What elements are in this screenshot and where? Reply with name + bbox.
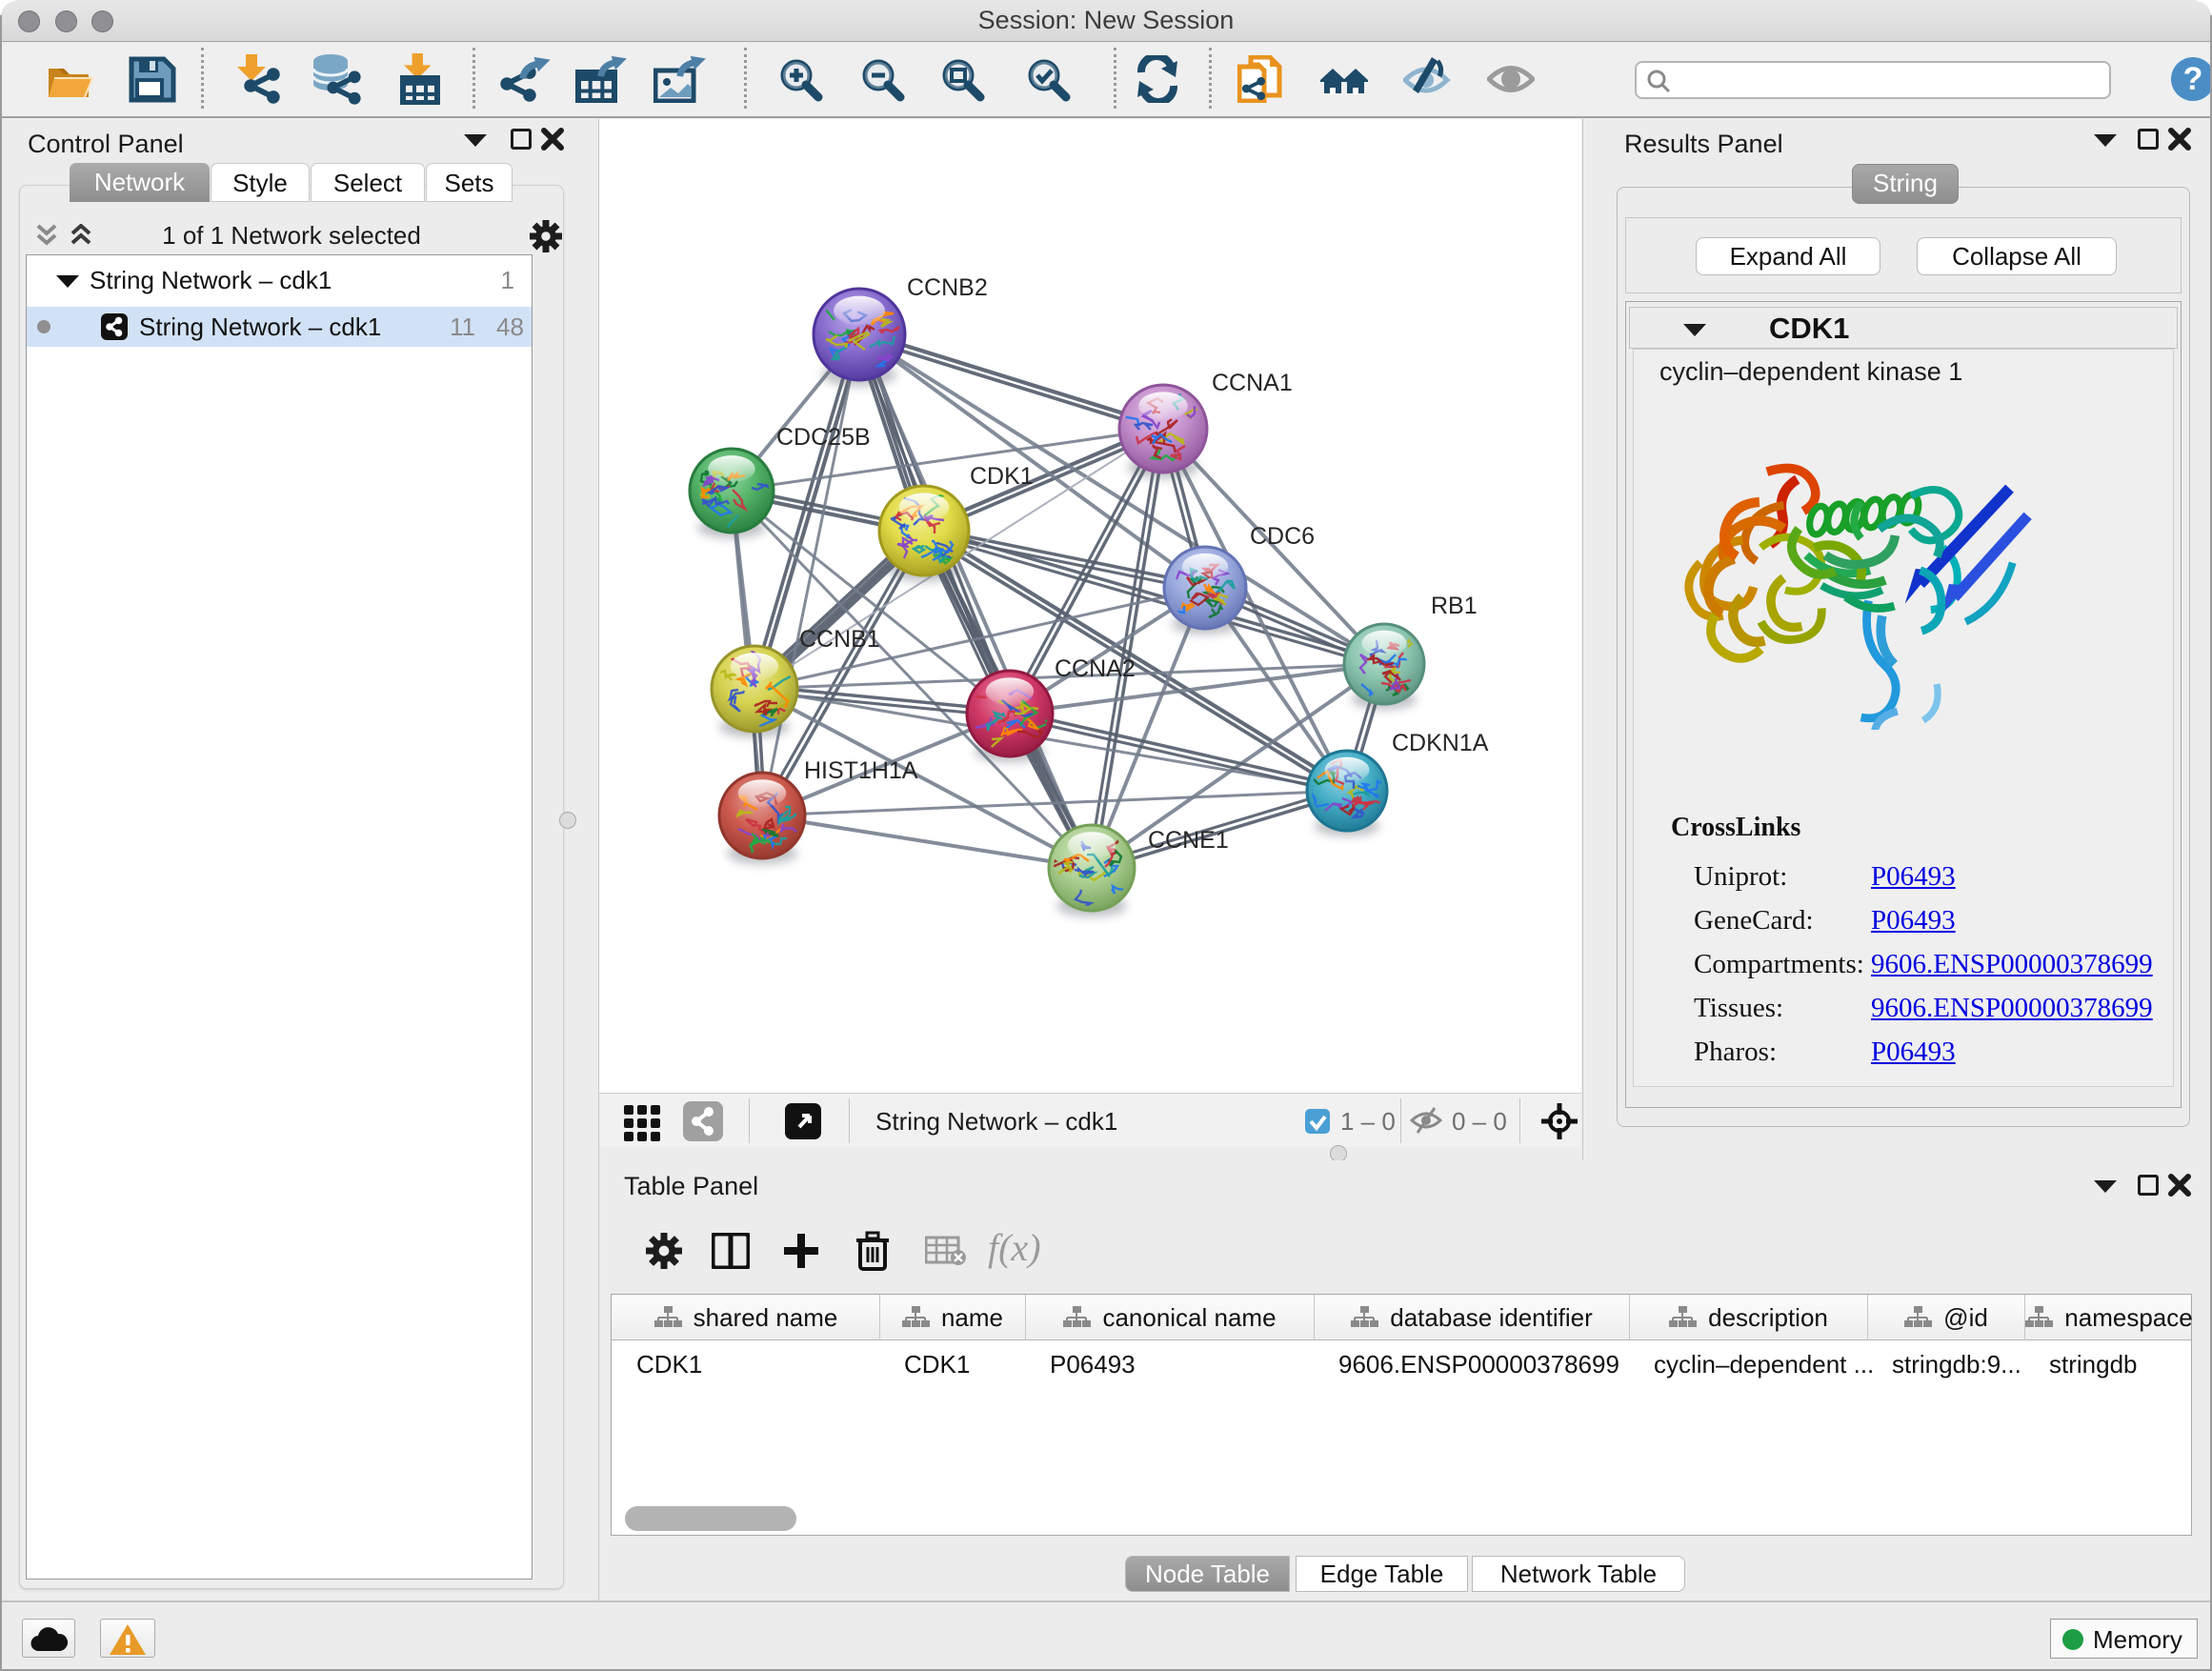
svg-text:CDKN1A: CDKN1A [1392, 730, 1489, 756]
svg-text:CDC6: CDC6 [1250, 523, 1315, 550]
svg-text:HIST1H1A: HIST1H1A [804, 757, 918, 784]
svg-text:CCNE1: CCNE1 [1148, 827, 1229, 854]
svg-text:CCNB1: CCNB1 [799, 626, 880, 653]
svg-text:CCNA1: CCNA1 [1212, 370, 1293, 396]
svg-text:CCNA2: CCNA2 [1055, 655, 1136, 682]
svg-text:RB1: RB1 [1431, 593, 1478, 619]
svg-text:CCNB2: CCNB2 [907, 274, 988, 301]
svg-text:CDC25B: CDC25B [776, 424, 871, 451]
svg-text:CDK1: CDK1 [970, 463, 1034, 490]
